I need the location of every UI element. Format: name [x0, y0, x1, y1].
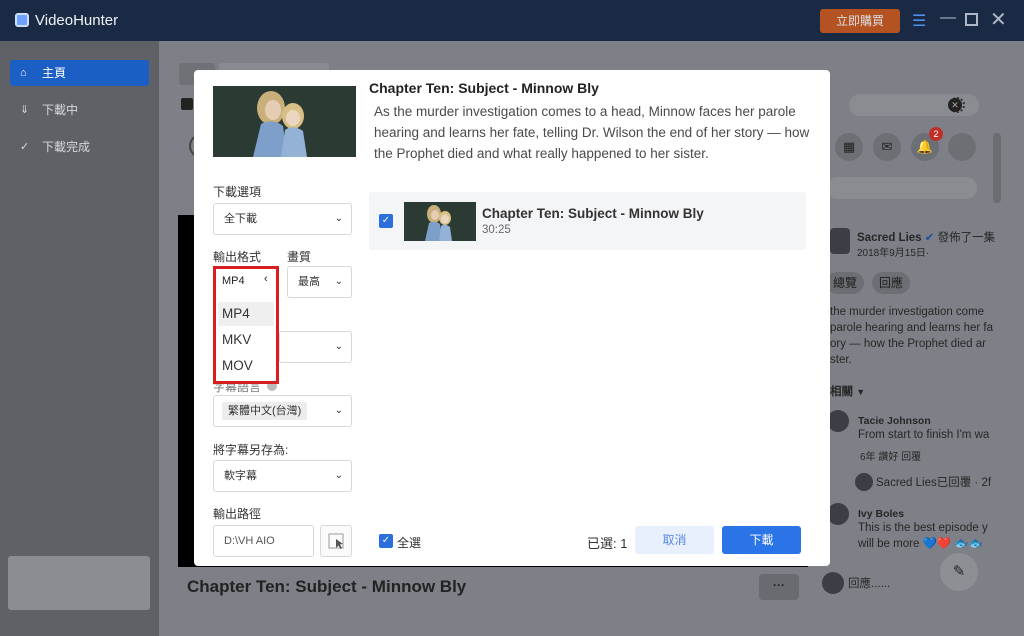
quality-select[interactable]: 最高 ⌄	[287, 266, 352, 298]
sidebar-item-label: 下載中	[42, 103, 79, 117]
output-format-current[interactable]: MP4	[222, 275, 245, 287]
output-path-label: 輸出路徑	[213, 507, 262, 521]
fb-search-bar[interactable]	[827, 177, 977, 199]
comment-text: From start to finish I'm wa	[858, 429, 990, 441]
subtitle-language-select[interactable]: 繁體中文(台灣) ⌄	[213, 395, 352, 427]
format-option-mov[interactable]: MOV	[218, 354, 274, 378]
select-all-checkbox[interactable]: ✓	[379, 534, 393, 548]
app-name: VideoHunter	[35, 12, 119, 29]
chevron-down-icon: ⌄	[334, 213, 343, 224]
view-button[interactable]: 總覽	[826, 272, 864, 294]
menu-icon[interactable]: ☰	[912, 11, 926, 31]
dialog-description: As the murder investigation comes to a h…	[374, 104, 810, 161]
more-options-button[interactable]: ···	[759, 574, 799, 600]
title-bar: VideoHunter 立即購買 ☰ — ✕	[0, 0, 1024, 41]
close-search-icon[interactable]: ✕	[948, 98, 962, 112]
chevron-down-icon: ⌄	[334, 470, 343, 481]
related-label: 相關	[830, 386, 853, 398]
compose-icon[interactable]: ✎	[940, 553, 978, 591]
buy-button[interactable]: 立即購買	[820, 9, 900, 33]
browse-folder-button[interactable]	[320, 525, 352, 557]
commenter-avatar[interactable]	[827, 503, 849, 525]
messenger-icon[interactable]: ✉	[873, 133, 901, 161]
commenter-avatar[interactable]	[827, 410, 849, 432]
episode-duration: 30:25	[482, 224, 511, 236]
chevron-down-icon: ⌄	[334, 341, 343, 352]
output-path-input[interactable]: D:\VH AIO	[213, 525, 314, 557]
sidebar-item-label: 主頁	[42, 66, 67, 80]
chevron-down-icon: ⌄	[334, 405, 343, 416]
download-dialog: Chapter Ten: Subject - Minnow Bly As the…	[194, 70, 830, 566]
apps-grid-icon[interactable]: ▦	[835, 133, 863, 161]
sidebar: ⌂ 主頁 ⇓ 下載中 ✓ 下載完成	[0, 41, 159, 636]
subtitle-language-chip: 繁體中文(台灣)	[222, 402, 308, 420]
quality-value: 最高	[298, 276, 320, 288]
download-option-select[interactable]: 全下載 ⌄	[213, 203, 352, 235]
save-subtitle-select[interactable]: 軟字幕 ⌄	[213, 460, 352, 492]
download-icon: ⇓	[20, 104, 30, 116]
quality-label: 畫質	[287, 250, 312, 264]
reply-avatar[interactable]	[855, 473, 873, 491]
maximize-icon[interactable]	[965, 13, 978, 26]
chevron-left-icon: ‹	[264, 273, 268, 285]
format-option-mkv[interactable]: MKV	[218, 328, 274, 352]
scrollbar[interactable]	[993, 133, 1001, 203]
chevron-down-icon: ⌄	[334, 276, 343, 287]
app-logo-icon	[15, 13, 29, 27]
output-format-dropdown[interactable]: MP4 ‹ MP4 MKV MOV	[213, 266, 279, 384]
home-icon: ⌂	[20, 67, 27, 79]
page-name: Sacred Lies ✔ 發佈了一集	[857, 230, 997, 246]
save-subtitle-label: 將字幕另存為:	[213, 443, 289, 457]
post-action: 發佈了一集	[937, 232, 996, 244]
selected-count: 已選: 1	[587, 536, 628, 551]
reply-input[interactable]: 回應......	[848, 576, 938, 592]
output-format-label: 輸出格式	[213, 250, 262, 264]
hidden-select[interactable]: ⌄	[279, 331, 352, 363]
dialog-title: Chapter Ten: Subject - Minnow Bly	[369, 80, 599, 96]
notification-badge: 2	[929, 127, 943, 141]
episode-item[interactable]: ✓ Chapter Ten: Subject - Minnow Bly 30:2…	[369, 192, 806, 250]
reply-button[interactable]: 回應	[872, 272, 910, 294]
download-option-value: 全下載	[224, 213, 257, 225]
cancel-button[interactable]: 取消	[635, 526, 714, 554]
format-option-mp4[interactable]: MP4	[218, 302, 274, 326]
sidebar-item-completed[interactable]: ✓ 下載完成	[10, 134, 149, 160]
sidebar-item-label: 下載完成	[42, 140, 91, 154]
download-option-label: 下載選項	[213, 185, 262, 199]
reply-summary[interactable]: Sacred Lies已回覆 · 2f	[876, 475, 993, 491]
video-title: Chapter Ten: Subject - Minnow Bly	[187, 577, 467, 596]
post-meta: 2018年9月15日·	[857, 248, 930, 259]
episode-checkbox[interactable]: ✓	[379, 214, 393, 228]
video-thumbnail	[213, 86, 356, 157]
episode-thumbnail	[404, 202, 476, 241]
comment-text: This is the best episode y	[858, 522, 988, 534]
comment-meta: 6年 讚好 回覆	[860, 452, 922, 463]
page-avatar[interactable]	[830, 228, 850, 254]
comment-text: will be more 💙❤️ 🐟🐟	[858, 538, 984, 550]
sidebar-item-home[interactable]: ⌂ 主頁	[10, 60, 149, 86]
select-all-label[interactable]: 全選	[397, 534, 421, 551]
page-name-text: Sacred Lies	[857, 232, 922, 244]
folder-cursor-icon	[328, 533, 344, 549]
post-text-line: ory — how the Prophet died ar	[830, 338, 986, 350]
download-button[interactable]: 下載	[722, 526, 801, 554]
verified-icon: ✔	[924, 232, 935, 244]
chevron-down-icon: ▼	[856, 387, 866, 397]
save-subtitle-value: 軟字幕	[224, 470, 257, 482]
post-text-line: ster.	[830, 354, 852, 366]
browser-home-icon[interactable]	[181, 98, 193, 110]
sidebar-promo-box	[8, 556, 150, 610]
my-avatar	[822, 572, 844, 594]
minimize-icon[interactable]: —	[940, 9, 956, 27]
profile-avatar[interactable]	[948, 133, 976, 161]
post-text-line: the murder investigation come	[830, 306, 985, 318]
close-icon[interactable]: ✕	[990, 7, 1007, 32]
related-sort[interactable]: 相關 ▼	[830, 384, 865, 400]
sidebar-item-downloading[interactable]: ⇓ 下載中	[10, 97, 149, 123]
post-text-line: parole hearing and learns her fat	[830, 322, 993, 334]
check-circle-icon: ✓	[20, 141, 30, 153]
episode-title: Chapter Ten: Subject - Minnow Bly	[482, 206, 704, 221]
